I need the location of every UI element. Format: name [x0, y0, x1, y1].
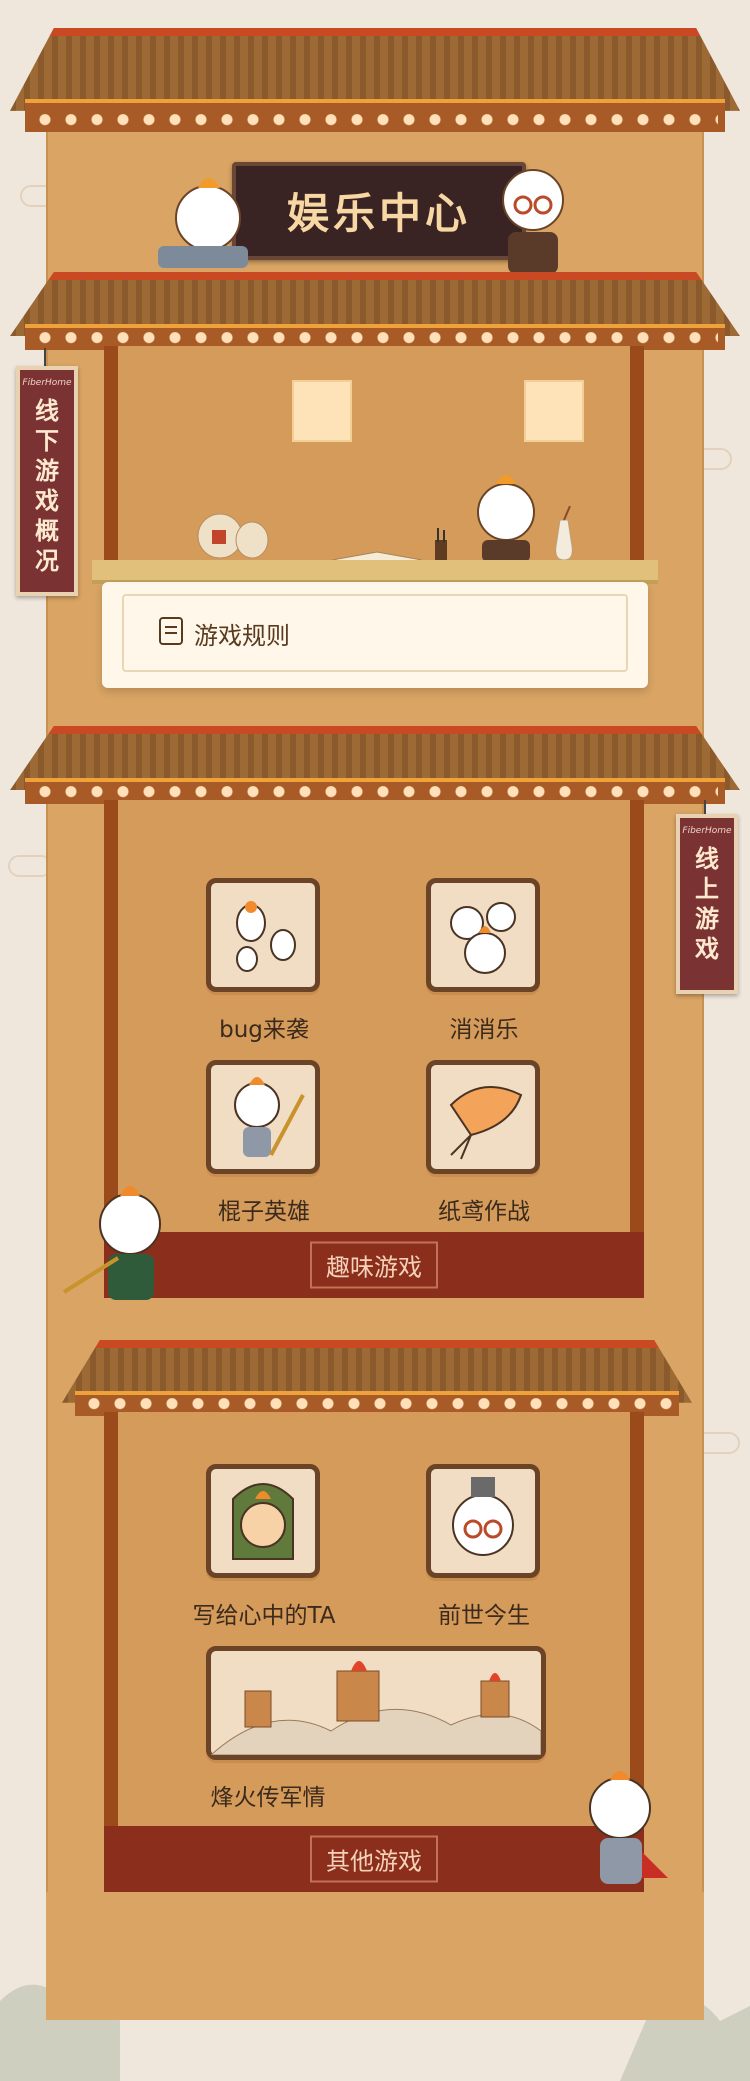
- game-rules-label: 游戏规则: [194, 622, 290, 650]
- banner-text: 线上游戏: [695, 845, 719, 963]
- game-label: 写给心中的TA: [192, 1603, 336, 1629]
- offline-roof: [10, 272, 740, 350]
- game-label: 棍子英雄: [218, 1199, 310, 1225]
- game-tile-stick-hero[interactable]: [206, 1060, 320, 1174]
- scholar-face-icon: [452, 1477, 514, 1556]
- banner-hook: [44, 348, 46, 368]
- game-tile-beacon[interactable]: [206, 1646, 546, 1760]
- other-games-roof: [62, 1340, 692, 1416]
- pillar: [104, 346, 118, 566]
- document-icon: [159, 617, 183, 645]
- match-faces-icon: [450, 902, 516, 974]
- pillar: [630, 346, 644, 566]
- pillar: [630, 800, 644, 1232]
- offline-games-banner[interactable]: FiberHome 线下游戏概况: [16, 366, 78, 596]
- shelf: [92, 560, 658, 584]
- top-roof: [10, 28, 740, 132]
- game-tile-letter[interactable]: [206, 1464, 320, 1578]
- brush-pot-icon: [435, 528, 447, 562]
- game-tile-bug[interactable]: [206, 878, 320, 992]
- game-label: bug来袭: [219, 1017, 309, 1043]
- tower-base: [46, 1892, 704, 2020]
- pillar: [104, 1412, 118, 1826]
- game-tile-past-life[interactable]: [426, 1464, 540, 1578]
- window: [526, 382, 582, 440]
- game-rules-button[interactable]: 游戏规则: [102, 582, 648, 688]
- game-label: 纸鸢作战: [438, 1199, 530, 1225]
- reading-character-icon: [477, 475, 535, 562]
- game-label: 烽火传军情: [210, 1785, 326, 1811]
- online-games-banner[interactable]: FiberHome 线上游戏: [676, 814, 738, 994]
- title-plaque: 娱乐中心: [232, 162, 526, 260]
- soldier-character-icon: [589, 1771, 668, 1884]
- general-face-icon: [232, 1483, 294, 1560]
- lounging-character-icon: [158, 178, 248, 268]
- window: [294, 382, 350, 440]
- general-character-icon: [62, 1186, 161, 1300]
- game-tile-kite[interactable]: [426, 1060, 540, 1174]
- game-label: 前世今生: [438, 1603, 530, 1629]
- money-bag-icon: [197, 513, 269, 559]
- banner-logo: FiberHome: [22, 378, 72, 388]
- banner-logo: FiberHome: [682, 826, 732, 836]
- section-label: 趣味游戏: [310, 1241, 438, 1289]
- fun-games-roof: [10, 726, 740, 804]
- great-wall-icon: [209, 1661, 542, 1756]
- kite-icon: [449, 1086, 523, 1160]
- vase-icon: [555, 506, 573, 561]
- banner-text: 线下游戏概况: [35, 397, 59, 575]
- other-games-footer: 其他游戏: [104, 1826, 644, 1892]
- game-tile-match[interactable]: [426, 878, 540, 992]
- page-title: 娱乐中心: [286, 189, 471, 238]
- beetle-icon: [236, 901, 296, 972]
- game-label: 消消乐: [449, 1017, 519, 1043]
- section-label: 其他游戏: [310, 1835, 438, 1883]
- glasses-character-icon: [502, 169, 564, 274]
- stick-hero-icon: [234, 1077, 305, 1157]
